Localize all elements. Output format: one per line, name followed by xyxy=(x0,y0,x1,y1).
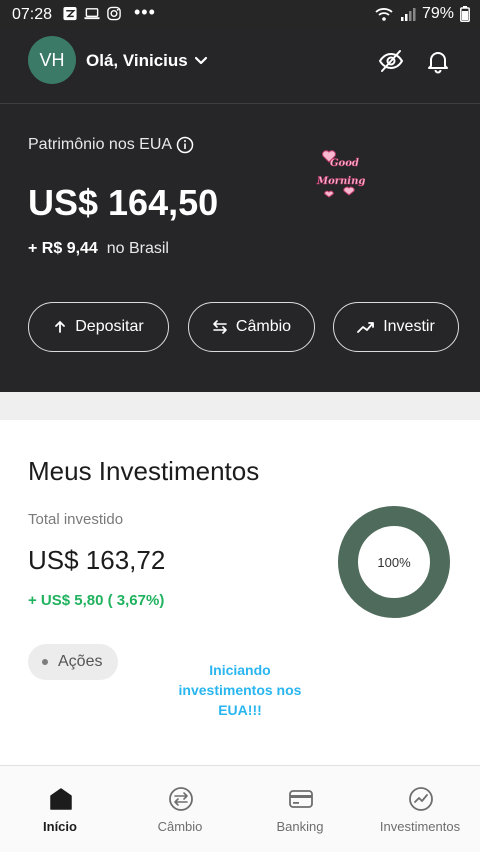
patrimonio-label: Patrimônio nos EUA xyxy=(28,136,194,154)
account-header: VH Olá, Vinicius Patrimônio nos EUA Good… xyxy=(0,30,480,392)
investment-gain: + US$ 5,80 ( 3,67%) xyxy=(28,592,165,609)
trending-up-icon xyxy=(357,322,375,333)
good-morning-sticker: Good Morning! xyxy=(316,150,365,198)
exchange-button[interactable]: Câmbio xyxy=(188,302,315,352)
hide-balance-icon[interactable] xyxy=(378,48,404,74)
asset-filter-chip[interactable]: Ações xyxy=(28,644,119,680)
home-icon xyxy=(50,788,72,810)
status-time: 07:28 xyxy=(12,6,53,23)
nav-item-inicio[interactable]: Início xyxy=(0,766,120,852)
nav-label-investimentos: Investimentos xyxy=(379,819,461,834)
header-divider xyxy=(0,103,480,104)
bell-icon[interactable] xyxy=(425,48,451,74)
investments-card: Meus Investimentos Total investido US$ 1… xyxy=(0,420,480,765)
system-icons: 79% xyxy=(374,5,470,23)
swap-arrows-icon xyxy=(213,320,227,334)
chevron-down-icon xyxy=(194,56,207,65)
battery-percentage: 79% xyxy=(421,5,454,22)
nav-item-investimentos[interactable]: Investimentos xyxy=(360,766,480,852)
battery-icon xyxy=(460,6,470,22)
svg-text:Good: Good xyxy=(330,158,359,169)
laptop-icon xyxy=(84,8,100,20)
section-spacer xyxy=(0,392,480,420)
promo-caption: Iniciando investimentos nos EUA!!! xyxy=(178,662,302,718)
svg-text:Morning!: Morning! xyxy=(316,176,365,187)
brazil-balance: + R$ 9,44 no Brasil xyxy=(28,240,169,258)
instagram-icon xyxy=(107,6,121,21)
notification-icons xyxy=(62,6,122,21)
chart-icon xyxy=(409,787,433,811)
nav-label-banking: Banking xyxy=(276,819,324,834)
us-balance: US$ 164,50 xyxy=(28,182,219,223)
exchange-icon xyxy=(169,787,193,811)
app-notification-icon xyxy=(63,6,77,21)
account-switcher[interactable]: Olá, Vinicius xyxy=(86,51,208,71)
arrow-up-icon xyxy=(55,320,66,333)
chip-label: Ações xyxy=(58,653,103,670)
bottom-navigation: Início Câmbio Banking Investimentos xyxy=(0,765,480,852)
allocation-donut-chart: 100% xyxy=(338,506,450,618)
nav-item-banking[interactable]: Banking xyxy=(240,766,360,852)
avatar[interactable]: VH xyxy=(28,36,76,84)
brazil-suffix: no Brasil xyxy=(106,240,169,257)
donut-center-label: 100% xyxy=(377,555,411,570)
info-icon[interactable] xyxy=(176,136,194,154)
patrimonio-label-text: Patrimônio nos EUA xyxy=(28,136,173,153)
investments-title: Meus Investimentos xyxy=(28,456,260,486)
wifi-icon xyxy=(375,8,393,21)
signal-icon xyxy=(400,8,416,21)
chip-dot xyxy=(42,659,48,665)
nav-item-cambio[interactable]: Câmbio xyxy=(120,766,240,852)
deposit-label: Depositar xyxy=(75,318,144,335)
brazil-amount: + R$ 9,44 xyxy=(28,240,98,257)
nav-label-cambio: Câmbio xyxy=(157,819,203,834)
total-invested-value: US$ 163,72 xyxy=(28,545,166,575)
greeting-text: Olá, Vinicius xyxy=(86,51,188,70)
more-notifications-icon: ••• xyxy=(134,2,156,22)
invest-button[interactable]: Investir xyxy=(333,302,459,352)
nav-label-inicio: Início xyxy=(43,819,77,834)
exchange-label: Câmbio xyxy=(235,318,292,335)
deposit-button[interactable]: Depositar xyxy=(28,302,169,352)
invest-label: Investir xyxy=(383,318,435,335)
card-icon xyxy=(289,790,313,808)
total-invested-label: Total investido xyxy=(28,511,124,528)
status-bar: 07:28 ••• 79% xyxy=(0,0,480,30)
